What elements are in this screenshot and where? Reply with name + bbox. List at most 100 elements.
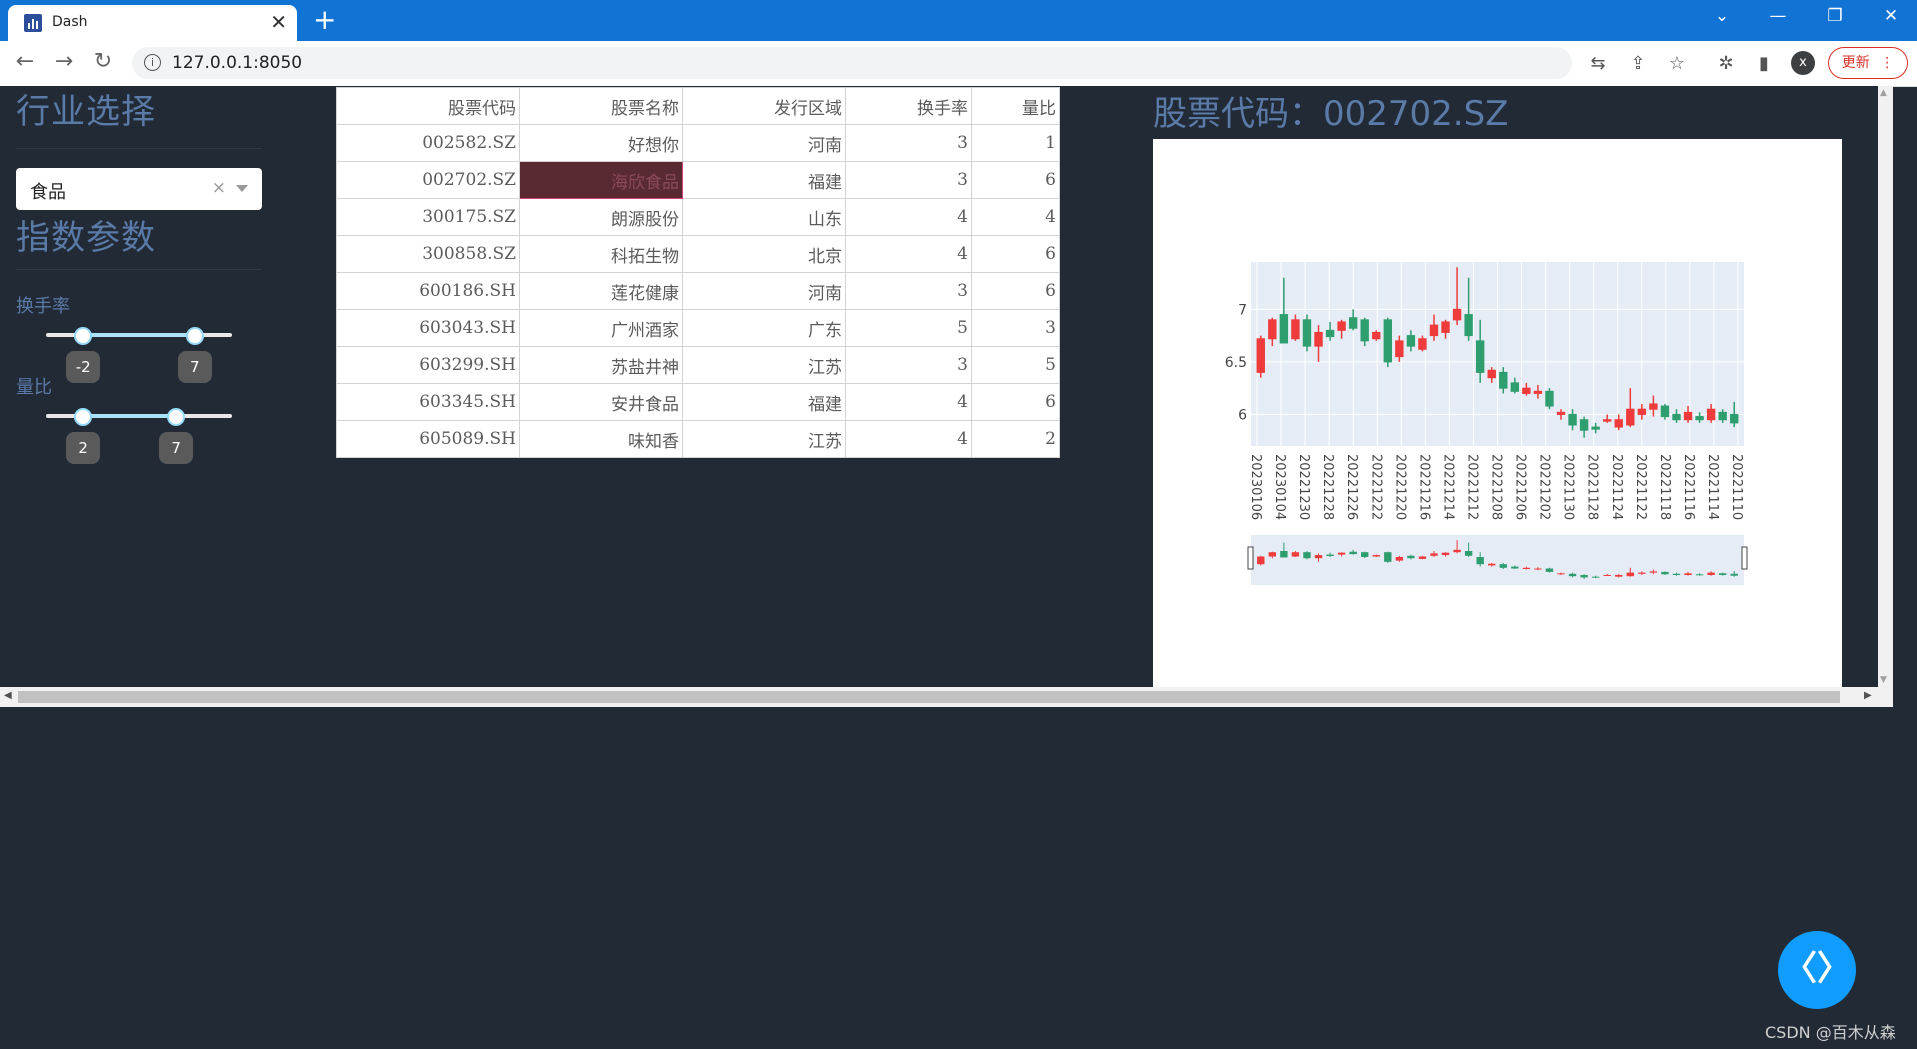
slider-handle-low[interactable]	[74, 408, 93, 426]
horizontal-scroll-thumb[interactable]	[18, 691, 1840, 703]
scroll-left-icon[interactable]: ◀	[4, 690, 12, 701]
table-row[interactable]: 300858.SZ 科拓生物 北京 4 6	[336, 235, 1060, 273]
table-cell[interactable]: 江苏	[682, 346, 846, 384]
table-cell[interactable]: 好想你	[519, 124, 683, 162]
table-cell[interactable]: 3	[845, 346, 972, 384]
reload-icon[interactable]: ↻	[89, 49, 117, 74]
table-cell[interactable]: 6	[971, 272, 1060, 310]
column-header[interactable]: 量比	[971, 87, 1060, 125]
table-cell[interactable]: 科拓生物	[519, 235, 683, 273]
share-icon[interactable]: ⇪	[1626, 53, 1650, 74]
table-row[interactable]: 002582.SZ 好想你 河南 3 1	[336, 124, 1060, 162]
table-cell[interactable]: 5	[971, 346, 1060, 384]
table-cell[interactable]: 山东	[682, 198, 846, 236]
table-row[interactable]: 002702.SZ 海欣食品 福建 3 6	[336, 161, 1060, 199]
table-cell[interactable]: 广东	[682, 309, 846, 347]
code-toggle-button[interactable]: 〈〉	[1778, 931, 1856, 1009]
table-cell[interactable]: 002702.SZ	[336, 161, 520, 199]
column-header[interactable]: 股票代码	[336, 87, 520, 125]
candle-body	[1533, 390, 1543, 394]
chevron-down-icon[interactable]	[236, 185, 248, 192]
table-row[interactable]: 603043.SH 广州酒家 广东 5 3	[336, 309, 1060, 347]
table-cell[interactable]: 4	[845, 383, 972, 421]
scroll-up-icon[interactable]: ▲	[1880, 88, 1887, 98]
table-cell[interactable]: 河南	[682, 272, 846, 310]
table-cell[interactable]: 603043.SH	[336, 309, 520, 347]
candle-body	[1256, 338, 1265, 373]
table-cell[interactable]: 4	[845, 198, 972, 236]
table-cell[interactable]: 2	[971, 420, 1060, 458]
column-header[interactable]: 股票名称	[519, 87, 683, 125]
table-cell[interactable]: 江苏	[682, 420, 846, 458]
slider-handle-high[interactable]	[167, 408, 186, 426]
table-cell[interactable]: 朗源股份	[519, 198, 683, 236]
address-bar[interactable]: i 127.0.0.1:8050	[132, 47, 1572, 79]
candlestick-chart[interactable]: 6 6.5 7 20230106 20230104 20221230 20221228 202…	[1153, 139, 1842, 687]
table-cell[interactable]: 6	[971, 383, 1060, 421]
back-icon[interactable]: ←	[11, 49, 39, 74]
slider-handle-low[interactable]	[74, 327, 93, 345]
table-cell[interactable]: 3	[845, 161, 972, 199]
profile-avatar[interactable]: x	[1791, 51, 1815, 75]
table-cell[interactable]: 3	[971, 309, 1060, 347]
table-cell[interactable]: 广州酒家	[519, 309, 683, 347]
table-cell[interactable]: 安井食品	[519, 383, 683, 421]
table-row[interactable]: 600186.SH 莲花健康 河南 3 6	[336, 272, 1060, 310]
column-header[interactable]: 发行区域	[682, 87, 846, 125]
table-cell[interactable]: 603299.SH	[336, 346, 520, 384]
scroll-right-icon[interactable]: ▶	[1864, 690, 1872, 701]
table-cell[interactable]: 300858.SZ	[336, 235, 520, 273]
table-cell[interactable]: 北京	[682, 235, 846, 273]
table-cell[interactable]: 5	[845, 309, 972, 347]
site-info-icon[interactable]: i	[144, 54, 161, 71]
table-cell[interactable]: 002582.SZ	[336, 124, 520, 162]
table-cell[interactable]: 6	[971, 161, 1060, 199]
scroll-down-icon[interactable]: ▼	[1880, 675, 1887, 685]
slider-handle-high[interactable]	[185, 327, 204, 345]
table-cell[interactable]: 苏盐井神	[519, 346, 683, 384]
vertical-scrollbar[interactable]: ▲ ▼	[1878, 86, 1893, 687]
tab-search-icon[interactable]: ⌄	[1707, 6, 1737, 26]
table-cell[interactable]: 3	[845, 272, 972, 310]
window-close-icon[interactable]: ✕	[1876, 6, 1906, 26]
table-cell[interactable]: 600186.SH	[336, 272, 520, 310]
mini-candle-body	[1407, 555, 1415, 559]
horizontal-scrollbar[interactable]: ◀ ▶	[0, 687, 1893, 707]
clear-icon[interactable]: ×	[212, 178, 226, 198]
table-row[interactable]: 605089.SH 味知香 江苏 4 2	[336, 420, 1060, 458]
table-row[interactable]: 300175.SZ 朗源股份 山东 4 4	[336, 198, 1060, 236]
table-cell[interactable]: 4	[845, 420, 972, 458]
table-cell[interactable]: 6	[971, 235, 1060, 273]
table-cell[interactable]: 莲花健康	[519, 272, 683, 310]
table-cell[interactable]: 河南	[682, 124, 846, 162]
table-cell[interactable]: 福建	[682, 383, 846, 421]
table-cell[interactable]: 300175.SZ	[336, 198, 520, 236]
translate-icon[interactable]: ⇆	[1586, 53, 1610, 74]
table-cell[interactable]: 海欣食品	[519, 161, 683, 199]
table-row[interactable]: 603299.SH 苏盐井神 江苏 3 5	[336, 346, 1060, 384]
forward-icon[interactable]: →	[50, 49, 78, 74]
volume-ratio-range-slider[interactable]: 2 7	[46, 404, 232, 464]
table-cell[interactable]: 605089.SH	[336, 420, 520, 458]
table-cell[interactable]: 4	[845, 235, 972, 273]
restore-icon[interactable]: ❐	[1820, 6, 1850, 26]
industry-dropdown[interactable]: 食品 ×	[16, 168, 262, 210]
table-cell[interactable]: 603345.SH	[336, 383, 520, 421]
range-slider-area	[1251, 535, 1744, 585]
tab-close-icon[interactable]: ✕	[270, 10, 287, 34]
table-cell[interactable]: 3	[845, 124, 972, 162]
column-header[interactable]: 换手率	[845, 87, 972, 125]
extensions-icon[interactable]: ✲	[1714, 53, 1738, 74]
browser-tab[interactable]: Dash ✕	[8, 5, 297, 41]
table-cell[interactable]: 4	[971, 198, 1060, 236]
table-cell[interactable]: 福建	[682, 161, 846, 199]
turnover-range-slider[interactable]: -2 7	[46, 323, 232, 383]
table-row[interactable]: 603345.SH 安井食品 福建 4 6	[336, 383, 1060, 421]
side-panel-icon[interactable]: ▮	[1752, 53, 1776, 74]
new-tab-icon[interactable]: +	[313, 4, 336, 36]
bookmark-star-icon[interactable]: ☆	[1665, 53, 1689, 74]
update-button[interactable]: 更新 ⋮	[1828, 47, 1908, 79]
table-cell[interactable]: 味知香	[519, 420, 683, 458]
minimize-icon[interactable]: —	[1763, 6, 1793, 26]
table-cell[interactable]: 1	[971, 124, 1060, 162]
